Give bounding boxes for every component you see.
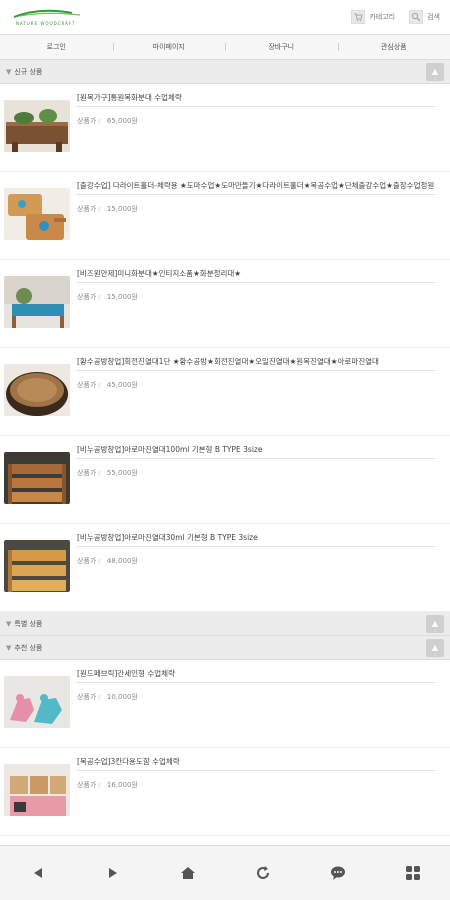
logo-text: NATURE WOODCRAFT: [16, 21, 76, 26]
price-label: 상품가 :: [77, 693, 101, 701]
price-label: 상품가 :: [77, 557, 101, 565]
section-title: 추천 상품: [14, 643, 43, 652]
app-header: NATURE WOODCRAFT 카테고리 검색: [0, 0, 450, 34]
product-item[interactable]: [비누공방창업]아로마진열대30ml 기본형 B TYPE 3size 상품가 …: [0, 524, 450, 612]
product-price: 상품가 : 48,000원: [77, 556, 436, 566]
product-item[interactable]: [원드페브릭]간세인형 수업체략 상품가 : 10,000원: [0, 660, 450, 748]
product-thumbnail: [4, 452, 70, 504]
price-label: 상품가 :: [77, 205, 101, 213]
product-price: 상품가 : 15,000원: [77, 204, 436, 214]
product-title[interactable]: [비즈원안제]미니화분대★인티지소품★화분정리대★: [77, 268, 436, 283]
section-title: 특별 상품: [14, 619, 43, 628]
product-title[interactable]: [목공수업]3칸다용도함 수업체략: [77, 756, 436, 771]
price-value: 45,000원: [106, 381, 138, 389]
product-thumbnail: [4, 100, 70, 152]
chat-icon: [330, 866, 345, 880]
new-products-list: [원목가구]통원목화분대 수업체략 상품가 : 65,000원 [출강수업] 다라…: [0, 84, 450, 612]
category-button[interactable]: 카테고리: [351, 10, 395, 24]
product-price: 상품가 : 16,000원: [77, 780, 436, 790]
product-title[interactable]: [황수공방창업]회전진열대1단 ★황수공방★회전진열대★오일진열대★원목진열대★…: [77, 356, 436, 371]
section-arrow-icon: ▼: [6, 67, 12, 76]
section-recommend-header: ▼ 추천 상품 ▲: [0, 636, 450, 660]
section-special-header: ▼ 특별 상품 ▲: [0, 612, 450, 636]
product-item[interactable]: [비즈원안제]미니화분대★인티지소품★화분정리대★ 상품가 : 15,000원: [0, 260, 450, 348]
section-new-header: ▼ 신규 상품 ▲: [0, 60, 450, 84]
forward-icon: [108, 868, 117, 878]
price-value: 15,000원: [106, 293, 138, 301]
grid-menu-icon: [405, 866, 420, 880]
product-price: 상품가 : 45,000원: [77, 380, 436, 390]
product-title[interactable]: [비누공방창업]아로마진열대30ml 기본형 B TYPE 3size: [77, 532, 436, 547]
search-button[interactable]: 검색: [409, 10, 440, 24]
product-item[interactable]: [출강수업] 다라이트홀더-체략용 ★도마수업★도마만들기★다라이트홀더★목공수…: [0, 172, 450, 260]
price-label: 상품가 :: [77, 381, 101, 389]
price-label: 상품가 :: [77, 117, 101, 125]
forward-button[interactable]: [98, 858, 128, 888]
search-label: 검색: [427, 13, 440, 21]
price-label: 상품가 :: [77, 293, 101, 301]
cart-icon: [351, 10, 366, 24]
recommend-products-list: [원드페브릭]간세인형 수업체략 상품가 : 10,000원 [목공수업]3칸다용…: [0, 660, 450, 836]
nav-wishlist[interactable]: 관심상품: [337, 35, 450, 59]
nav-login[interactable]: 로그인: [0, 35, 113, 59]
product-title[interactable]: [원드페브릭]간세인형 수업체략: [77, 668, 436, 683]
back-icon: [33, 868, 42, 878]
product-thumbnail: [4, 276, 70, 328]
nav-cart[interactable]: 장바구니: [225, 35, 338, 59]
price-value: 15,000원: [106, 205, 138, 213]
product-item[interactable]: [원목가구]통원목화분대 수업체략 상품가 : 65,000원: [0, 84, 450, 172]
product-item[interactable]: [황수공방창업]회전진열대1단 ★황수공방★회전진열대★오일진열대★원목진열대★…: [0, 348, 450, 436]
price-label: 상품가 :: [77, 781, 101, 789]
product-price: 상품가 : 15,000원: [77, 292, 436, 302]
price-value: 16,000원: [106, 781, 138, 789]
home-button[interactable]: [173, 858, 203, 888]
product-title[interactable]: [출강수업] 다라이트홀더-체략용 ★도마수업★도마만들기★다라이트홀더★목공수…: [77, 180, 436, 195]
price-value: 65,000원: [106, 117, 138, 125]
menu-button[interactable]: [398, 858, 428, 888]
product-thumbnail: [4, 188, 70, 240]
collapse-up-icon[interactable]: ▲: [426, 638, 444, 657]
price-value: 48,000원: [106, 557, 138, 565]
product-item[interactable]: [목공수업]3칸다용도함 수업체략 상품가 : 16,000원: [0, 748, 450, 836]
price-label: 상품가 :: [77, 469, 101, 477]
top-nav: 로그인 마이페이지 장바구니 관심상품: [0, 34, 450, 60]
section-arrow-icon: ▼: [6, 643, 12, 652]
product-thumbnail: [4, 540, 70, 592]
section-title: 신규 상품: [14, 67, 43, 76]
category-label: 카테고리: [369, 13, 396, 21]
price-value: 55,000원: [106, 469, 138, 477]
chat-button[interactable]: [323, 858, 353, 888]
price-value: 10,000원: [106, 693, 138, 701]
product-price: 상품가 : 10,000원: [77, 692, 436, 702]
product-thumbnail: [4, 364, 70, 416]
product-price: 상품가 : 65,000원: [77, 116, 436, 126]
logo[interactable]: NATURE WOODCRAFT: [10, 5, 90, 29]
back-button[interactable]: [23, 858, 53, 888]
product-title[interactable]: [원목가구]통원목화분대 수업체략: [77, 92, 436, 107]
refresh-button[interactable]: [248, 858, 278, 888]
collapse-up-icon[interactable]: ▲: [426, 614, 444, 633]
search-icon: [409, 10, 424, 24]
nav-mypage[interactable]: 마이페이지: [112, 35, 226, 59]
product-title[interactable]: [비누공방창업]아로마진열대100ml 기본형 B TYPE 3size: [77, 444, 436, 459]
product-item[interactable]: [비누공방창업]아로마진열대100ml 기본형 B TYPE 3size 상품가…: [0, 436, 450, 524]
refresh-icon: [256, 866, 269, 879]
product-thumbnail: [4, 676, 70, 728]
bottom-toolbar: [0, 845, 450, 900]
section-arrow-icon: ▼: [6, 619, 12, 628]
product-price: 상품가 : 55,000원: [77, 468, 436, 478]
product-thumbnail: [4, 764, 70, 816]
home-icon: [180, 867, 195, 879]
collapse-up-icon[interactable]: ▲: [426, 62, 444, 81]
